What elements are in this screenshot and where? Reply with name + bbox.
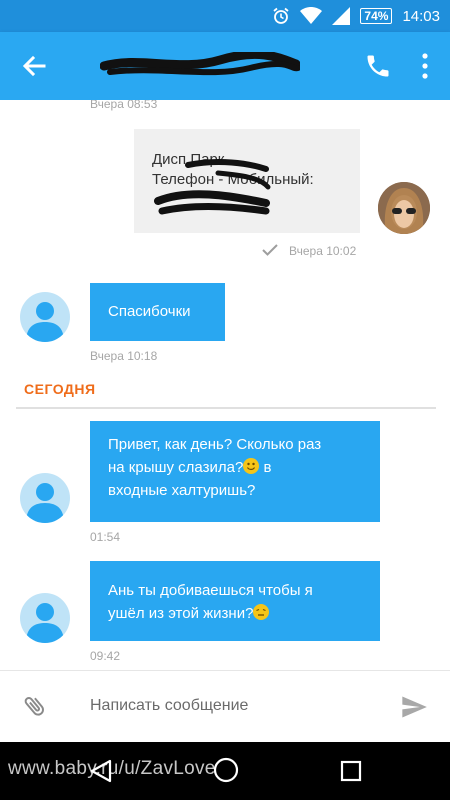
my-avatar <box>378 182 430 234</box>
wifi-icon <box>300 7 323 24</box>
send-icon[interactable] <box>400 693 428 721</box>
clock: 14:03 <box>402 7 440 25</box>
message-timestamp: Вчера 10:02 <box>289 244 357 258</box>
incoming-message[interactable]: Ань ты добиваешься чтобы я ушёл из этой … <box>90 561 380 641</box>
status-icons: 74% 14:03 <box>272 0 440 32</box>
signal-icon <box>332 7 351 25</box>
more-vert-icon[interactable] <box>420 52 430 80</box>
message-text: входные халтуришь? <box>108 482 256 499</box>
incoming-message[interactable]: Привет, как день? Сколько раз на крышу с… <box>90 421 380 522</box>
check-icon <box>262 244 278 256</box>
message-timestamp: Вчера 10:18 <box>90 349 158 363</box>
message-timestamp: 09:42 <box>90 649 121 663</box>
status-bar: 74% 14:03 <box>0 0 450 32</box>
message-text: в <box>259 459 272 476</box>
contact-avatar[interactable] <box>20 473 70 523</box>
redaction-scribble <box>154 159 271 215</box>
compose-bar <box>0 670 450 743</box>
message-text: на крышу слазила? <box>108 459 244 476</box>
contact-avatar[interactable] <box>20 292 70 342</box>
contact-name-redacted <box>100 52 300 76</box>
message-text: Ань ты добиваешься чтобы я <box>108 582 313 599</box>
date-divider <box>16 407 436 409</box>
chat-thread[interactable]: Вчера 08:53 Дисп Парк Телефон - Мобильны… <box>0 100 450 670</box>
nav-home-icon[interactable] <box>212 756 240 784</box>
phone-icon[interactable] <box>364 52 392 80</box>
message-text: ушёл из этой жизни? <box>108 605 254 622</box>
message-timestamp: Вчера 08:53 <box>90 100 158 111</box>
back-arrow-icon[interactable] <box>18 50 50 82</box>
message-timestamp: 01:54 <box>90 530 121 544</box>
incoming-message[interactable]: Спасибочки <box>90 283 225 341</box>
contact-avatar[interactable] <box>20 593 70 643</box>
message-text: Спасибочки <box>108 303 191 320</box>
alarm-icon <box>273 7 289 24</box>
tired-emoji-icon <box>253 604 270 620</box>
message-input[interactable] <box>90 693 370 719</box>
attach-icon[interactable] <box>22 693 48 719</box>
message-text: Привет, как день? Сколько раз <box>108 436 322 453</box>
date-divider-label: СЕГОДНЯ <box>24 381 96 397</box>
app-bar <box>0 32 450 100</box>
smile-emoji-icon <box>243 458 260 474</box>
battery-level: 74% <box>360 8 393 24</box>
nav-recents-icon[interactable] <box>340 760 362 782</box>
watermark-text: www.baby.ru/u/ZavLove <box>8 758 216 779</box>
outgoing-contact-card[interactable]: Дисп Парк Телефон - Мобильный: <box>134 129 360 233</box>
